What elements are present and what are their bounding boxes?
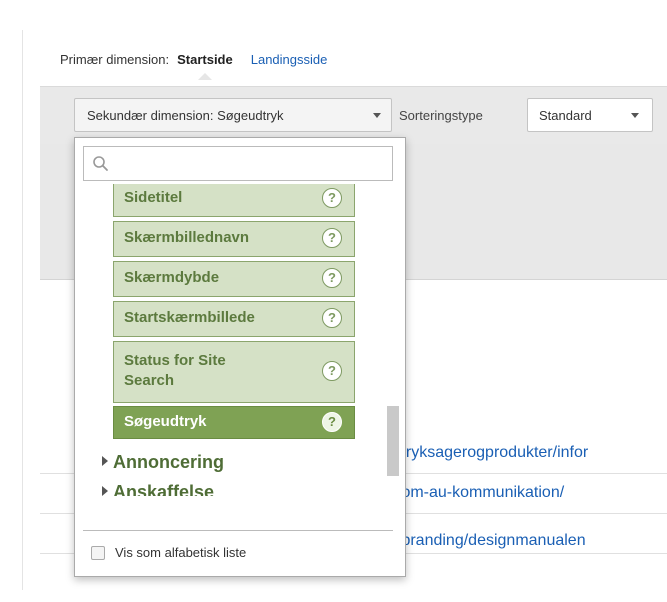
dimension-item-label: Skærmbillednavn xyxy=(124,229,250,246)
dimension-item-sidetitel[interactable]: Sidetitel ? xyxy=(113,184,355,217)
dimension-item-soegeudtryk[interactable]: Søgeudtryk ? xyxy=(113,406,355,439)
search-icon xyxy=(93,156,108,171)
primary-dimension-row: Primær dimension: Startside Landingsside xyxy=(60,52,328,80)
dimension-item-label: Sidetitel xyxy=(124,189,183,206)
primary-dimension-landingsside-link[interactable]: Landingsside xyxy=(251,52,328,67)
caret-down-icon xyxy=(373,113,381,118)
row-url-link[interactable]: /branding/designmanualen xyxy=(397,532,667,550)
divider xyxy=(83,530,393,531)
left-border xyxy=(22,30,23,590)
dimension-item-skaermbillednavn[interactable]: Skærmbillednavn ? xyxy=(113,221,355,257)
dropdown-scrollbar[interactable] xyxy=(387,406,399,476)
dimension-item-skaermdybde[interactable]: Skærmdybde ? xyxy=(113,261,355,297)
expand-triangle-icon xyxy=(102,486,108,496)
group-label: Anskaffelse xyxy=(113,482,215,496)
group-annoncering[interactable]: Annoncering xyxy=(102,452,224,473)
help-icon[interactable]: ? xyxy=(322,268,342,288)
alphabetical-list-toggle[interactable]: Vis som alfabetisk liste xyxy=(91,545,246,560)
secondary-dimension-dropdown: Sidetitel ? Skærmbillednavn ? Skærmdybde… xyxy=(74,137,406,577)
help-icon[interactable]: ? xyxy=(322,188,342,208)
secondary-dimension-button[interactable]: Sekundær dimension: Søgeudtryk xyxy=(74,98,392,132)
help-icon[interactable]: ? xyxy=(322,361,342,381)
group-label: Annoncering xyxy=(113,452,224,472)
alphabetical-checkbox[interactable] xyxy=(91,545,105,560)
help-icon[interactable]: ? xyxy=(322,228,342,248)
dropdown-search-input[interactable] xyxy=(83,146,393,181)
sort-type-select[interactable]: Standard xyxy=(527,98,653,132)
dimension-item-label: Status for Site Search xyxy=(124,352,226,389)
group-anskaffelse[interactable]: Anskaffelse xyxy=(102,482,214,496)
dimension-item-label: Søgeudtryk xyxy=(124,413,207,430)
sort-type-value: Standard xyxy=(539,107,592,123)
dimension-item-startskaermbillede[interactable]: Startskærmbillede ? xyxy=(113,301,355,337)
row-url-link[interactable]: /tryksagerogprodukter/infor xyxy=(397,444,667,462)
row-url-link[interactable]: /om-au-kommunikation/ xyxy=(397,484,667,502)
primary-dimension-startside[interactable]: Startside xyxy=(177,52,233,80)
help-icon[interactable]: ? xyxy=(322,308,342,328)
sort-type-label: Sorteringstype xyxy=(399,108,483,123)
caret-down-icon xyxy=(631,113,639,118)
dimension-item-status-for-site-search[interactable]: Status for Site Search ? xyxy=(113,341,355,403)
help-icon[interactable]: ? xyxy=(322,412,342,432)
alphabetical-label: Vis som alfabetisk liste xyxy=(115,545,247,560)
dimension-item-label: Skærmdybde xyxy=(124,269,220,286)
secondary-dimension-label: Sekundær dimension: Søgeudtryk xyxy=(87,107,284,123)
primary-dimension-label: Primær dimension: xyxy=(60,52,170,67)
dimension-list[interactable]: Sidetitel ? Skærmbillednavn ? Skærmdybde… xyxy=(75,184,385,496)
expand-triangle-icon xyxy=(102,456,108,466)
dimension-item-label: Startskærmbillede xyxy=(124,309,255,326)
